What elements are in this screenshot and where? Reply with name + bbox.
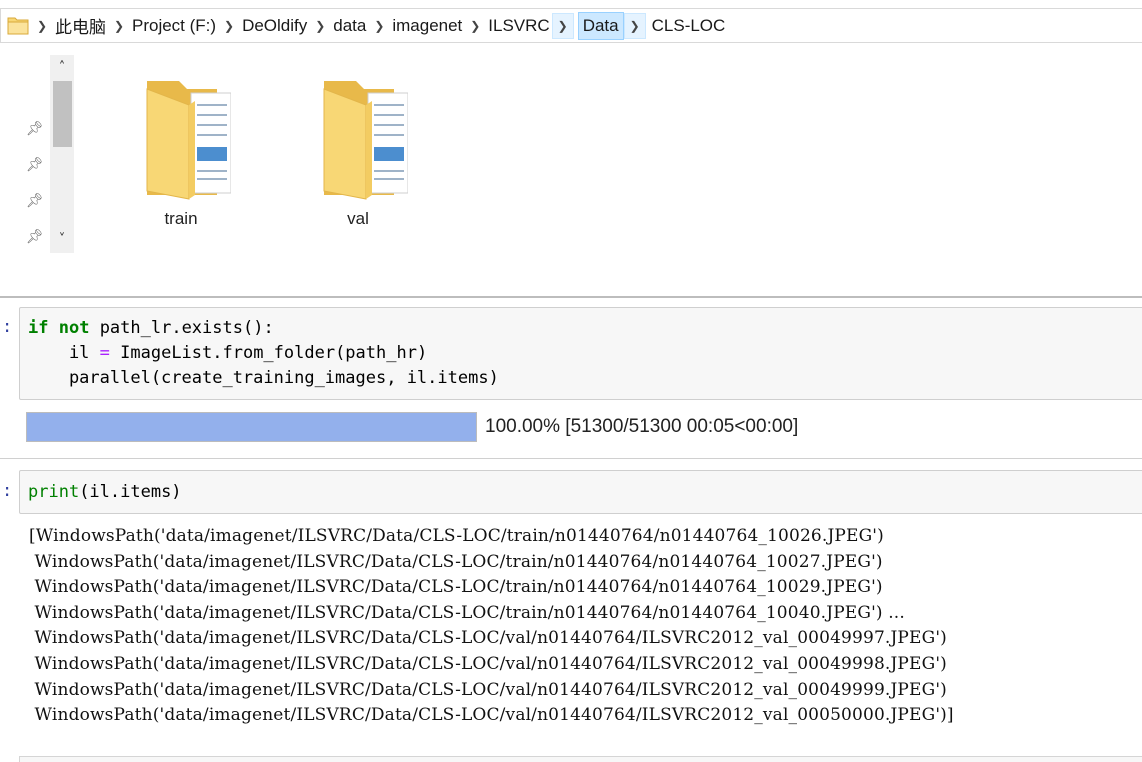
scrollbar-thumb[interactable]: [53, 81, 72, 147]
explorer-content: 📌︎ 📌︎ 📌︎ 📌︎ ˄ ˅ train val: [0, 43, 1142, 298]
chevron-right-icon[interactable]: ❯: [108, 19, 130, 33]
chevron-right-icon[interactable]: ❯: [368, 19, 390, 33]
breadcrumb-label[interactable]: data: [331, 16, 368, 36]
code-text: parallel(create_training_images, il.item…: [28, 368, 499, 388]
breadcrumb-item-ilsvrc[interactable]: ❯ ILSVRC: [464, 9, 551, 42]
window-divider: [0, 296, 1142, 298]
cell-divider: [0, 458, 1142, 459]
chevron-right-icon[interactable]: ❯: [551, 12, 574, 39]
breadcrumb: ❯ 此电脑 ❯ Project (F:) ❯ DeOldify ❯ data ❯…: [31, 9, 727, 42]
chevron-right-icon[interactable]: ❯: [218, 19, 240, 33]
progress-text: 100.00% [51300/51300 00:05<00:00]: [485, 416, 799, 437]
cell-output: [WindowsPath('data/imagenet/ILSVRC/Data/…: [29, 524, 954, 729]
folder-label[interactable]: val: [293, 209, 423, 229]
address-bar[interactable]: ❯ 此电脑 ❯ Project (F:) ❯ DeOldify ❯ data ❯…: [0, 8, 1142, 43]
chevron-right-icon[interactable]: ❯: [464, 19, 486, 33]
progress-bar-fill: [27, 413, 476, 441]
chevron-right-icon[interactable]: ❯: [31, 19, 53, 33]
progress-bar: [26, 412, 477, 442]
cell-prompt: :: [2, 481, 13, 501]
folder-val[interactable]: val: [293, 75, 423, 229]
code-cell-input[interactable]: if not path_lr.exists(): il = ImageList.…: [19, 307, 1142, 400]
breadcrumb-item-data-active[interactable]: ❯ Data ❯: [551, 9, 646, 42]
folder-icon: [146, 81, 231, 200]
builtin-print: print: [28, 482, 80, 502]
code-text: (il.items): [79, 482, 182, 502]
pin-icon[interactable]: 📌︎: [26, 121, 48, 157]
output-line: WindowsPath('data/imagenet/ILSVRC/Data/C…: [29, 705, 954, 726]
output-line: [WindowsPath('data/imagenet/ILSVRC/Data/…: [29, 526, 884, 546]
output-line: WindowsPath('data/imagenet/ILSVRC/Data/C…: [29, 577, 883, 598]
pin-icon[interactable]: 📌︎: [26, 193, 48, 229]
chevron-right-icon[interactable]: ❯: [309, 19, 331, 33]
breadcrumb-label[interactable]: DeOldify: [240, 16, 309, 36]
operator-assign: =: [99, 343, 110, 363]
code-editor[interactable]: if not path_lr.exists(): il = ImageList.…: [20, 308, 1142, 391]
scroll-down-icon[interactable]: ˅: [50, 229, 74, 251]
output-line: WindowsPath('data/imagenet/ILSVRC/Data/C…: [29, 551, 883, 572]
breadcrumb-label[interactable]: 此电脑: [53, 13, 108, 38]
keyword-not: not: [58, 318, 90, 338]
code-cell-input[interactable]: print(il.items): [19, 470, 1142, 514]
pin-icon[interactable]: 📌︎: [26, 229, 48, 265]
breadcrumb-item-data[interactable]: ❯ data: [309, 9, 368, 42]
code-text: path_lr.exists():: [89, 318, 274, 338]
progress-output: 100.00% [51300/51300 00:05<00:00]: [26, 412, 798, 442]
breadcrumb-label[interactable]: Data: [577, 11, 624, 40]
breadcrumb-item-cls-loc[interactable]: CLS-LOC: [646, 9, 728, 42]
chevron-right-icon[interactable]: ❯: [623, 12, 646, 39]
breadcrumb-label[interactable]: ILSVRC: [486, 16, 551, 36]
breadcrumb-item-this-pc[interactable]: ❯ 此电脑: [31, 9, 108, 42]
folder-train[interactable]: train: [116, 75, 246, 229]
folder-label[interactable]: train: [116, 209, 246, 229]
output-line: WindowsPath('data/imagenet/ILSVRC/Data/C…: [29, 679, 947, 700]
output-line: WindowsPath('data/imagenet/ILSVRC/Data/C…: [29, 602, 905, 623]
navigation-scrollbar[interactable]: ˄ ˅: [50, 55, 74, 253]
breadcrumb-item-deoldify[interactable]: ❯ DeOldify: [218, 9, 309, 42]
keyword-if: if: [28, 318, 49, 338]
next-code-cell[interactable]: [19, 756, 1142, 762]
breadcrumb-item-imagenet[interactable]: ❯ imagenet: [368, 9, 464, 42]
pin-icon[interactable]: 📌︎: [26, 157, 48, 193]
code-editor[interactable]: print(il.items): [20, 471, 1142, 505]
cell-prompt: :: [2, 317, 13, 337]
scroll-up-icon[interactable]: ˄: [50, 57, 74, 79]
output-line: WindowsPath('data/imagenet/ILSVRC/Data/C…: [29, 653, 947, 674]
breadcrumb-label[interactable]: imagenet: [390, 16, 464, 36]
breadcrumb-label[interactable]: Project (F:): [130, 16, 218, 36]
folder-icon: [323, 81, 408, 200]
breadcrumb-label[interactable]: CLS-LOC: [650, 16, 728, 36]
output-line: WindowsPath('data/imagenet/ILSVRC/Data/C…: [29, 628, 947, 649]
breadcrumb-item-project[interactable]: ❯ Project (F:): [108, 9, 218, 42]
folder-icon: [7, 17, 29, 35]
quick-access-pins: 📌︎ 📌︎ 📌︎ 📌︎: [26, 121, 48, 265]
code-text: ImageList.from_folder(path_hr): [109, 343, 428, 363]
code-text: il: [28, 343, 100, 363]
